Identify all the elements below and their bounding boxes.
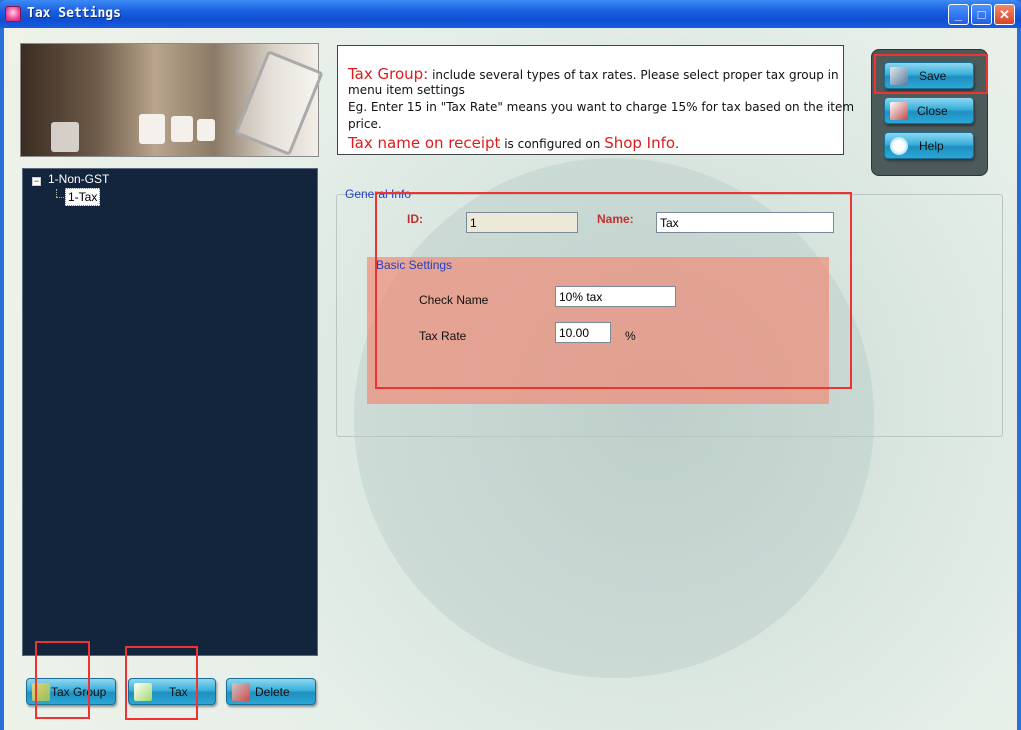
tax-name-highlight: Tax name on receipt [348,134,501,152]
add-tax-label: Tax [169,685,188,699]
delete-button[interactable]: Delete [226,678,316,705]
heart-icon [890,137,908,155]
close-window-button[interactable]: ✕ [994,4,1015,25]
check-name-field[interactable] [555,286,676,307]
basic-settings-legend: Basic Settings [376,258,453,272]
tree-node-tax-group[interactable]: 1-Non-GST [48,172,109,186]
info-line-5-end: . [675,137,679,151]
app-icon [5,6,21,22]
tax-settings-window: Tax Settings _ □ ✕ − 1-Non-GST 1-Tax Tax… [0,0,1021,730]
info-line-5: Tax name on receipt is configured on Sho… [348,134,679,152]
help-button[interactable]: Help [884,132,974,159]
tax-rate-label: Tax Rate [419,329,467,343]
info-line-3: Eg. Enter 15 in "Tax Rate" means you wan… [348,100,855,114]
trash-icon [232,683,250,701]
close-button[interactable]: Close [884,97,974,124]
tree-connector [56,197,64,198]
window-title: Tax Settings [27,6,121,21]
save-button[interactable]: Save [884,62,974,89]
minimize-button[interactable]: _ [948,4,969,25]
info-panel: Tax Group: include several types of tax … [337,45,854,155]
client-area: − 1-Non-GST 1-Tax Tax Group Tax Delete T… [4,28,1017,730]
tax-group-highlight: Tax Group: [348,65,429,83]
tax-rate-field[interactable] [555,322,611,343]
tree-node-tax[interactable]: 1-Tax [65,188,101,206]
percent-unit: % [625,329,636,343]
delete-label: Delete [255,685,290,699]
close-label: Close [917,104,948,118]
add-tax-group-button[interactable]: Tax Group [26,678,116,705]
action-toolbar: Save Close Help [871,49,988,176]
add-tax-group-label: Tax Group [51,685,107,699]
id-field [466,212,578,233]
info-line-4: price. [348,117,382,131]
name-field[interactable] [656,212,834,233]
title-bar[interactable]: Tax Settings _ □ ✕ [0,0,1021,28]
maximize-button[interactable]: □ [971,4,992,25]
id-label: ID: [407,212,423,226]
help-label: Help [919,139,944,153]
info-line-1-text: include several types of tax rates. Plea… [428,68,839,82]
info-line-1: Tax Group: include several types of tax … [348,65,839,83]
tree-connector [56,189,57,197]
exit-door-icon [890,102,908,120]
check-name-label: Check Name [419,293,489,307]
name-label: Name: [597,212,634,226]
add-folder-icon [32,683,50,701]
shop-info-link[interactable]: Shop Info [604,134,675,152]
floppy-disk-icon [890,67,908,85]
save-label: Save [919,69,947,83]
info-line-2: menu item settings [348,83,465,97]
info-line-5-text: is configured on [500,137,605,151]
add-tax-button[interactable]: Tax [128,678,216,705]
restaurant-banner-image [20,43,324,157]
collapse-icon[interactable]: − [32,177,41,186]
general-info-legend: General Info [345,187,412,201]
add-document-icon [134,683,152,701]
tax-tree[interactable]: − 1-Non-GST 1-Tax [22,168,318,656]
